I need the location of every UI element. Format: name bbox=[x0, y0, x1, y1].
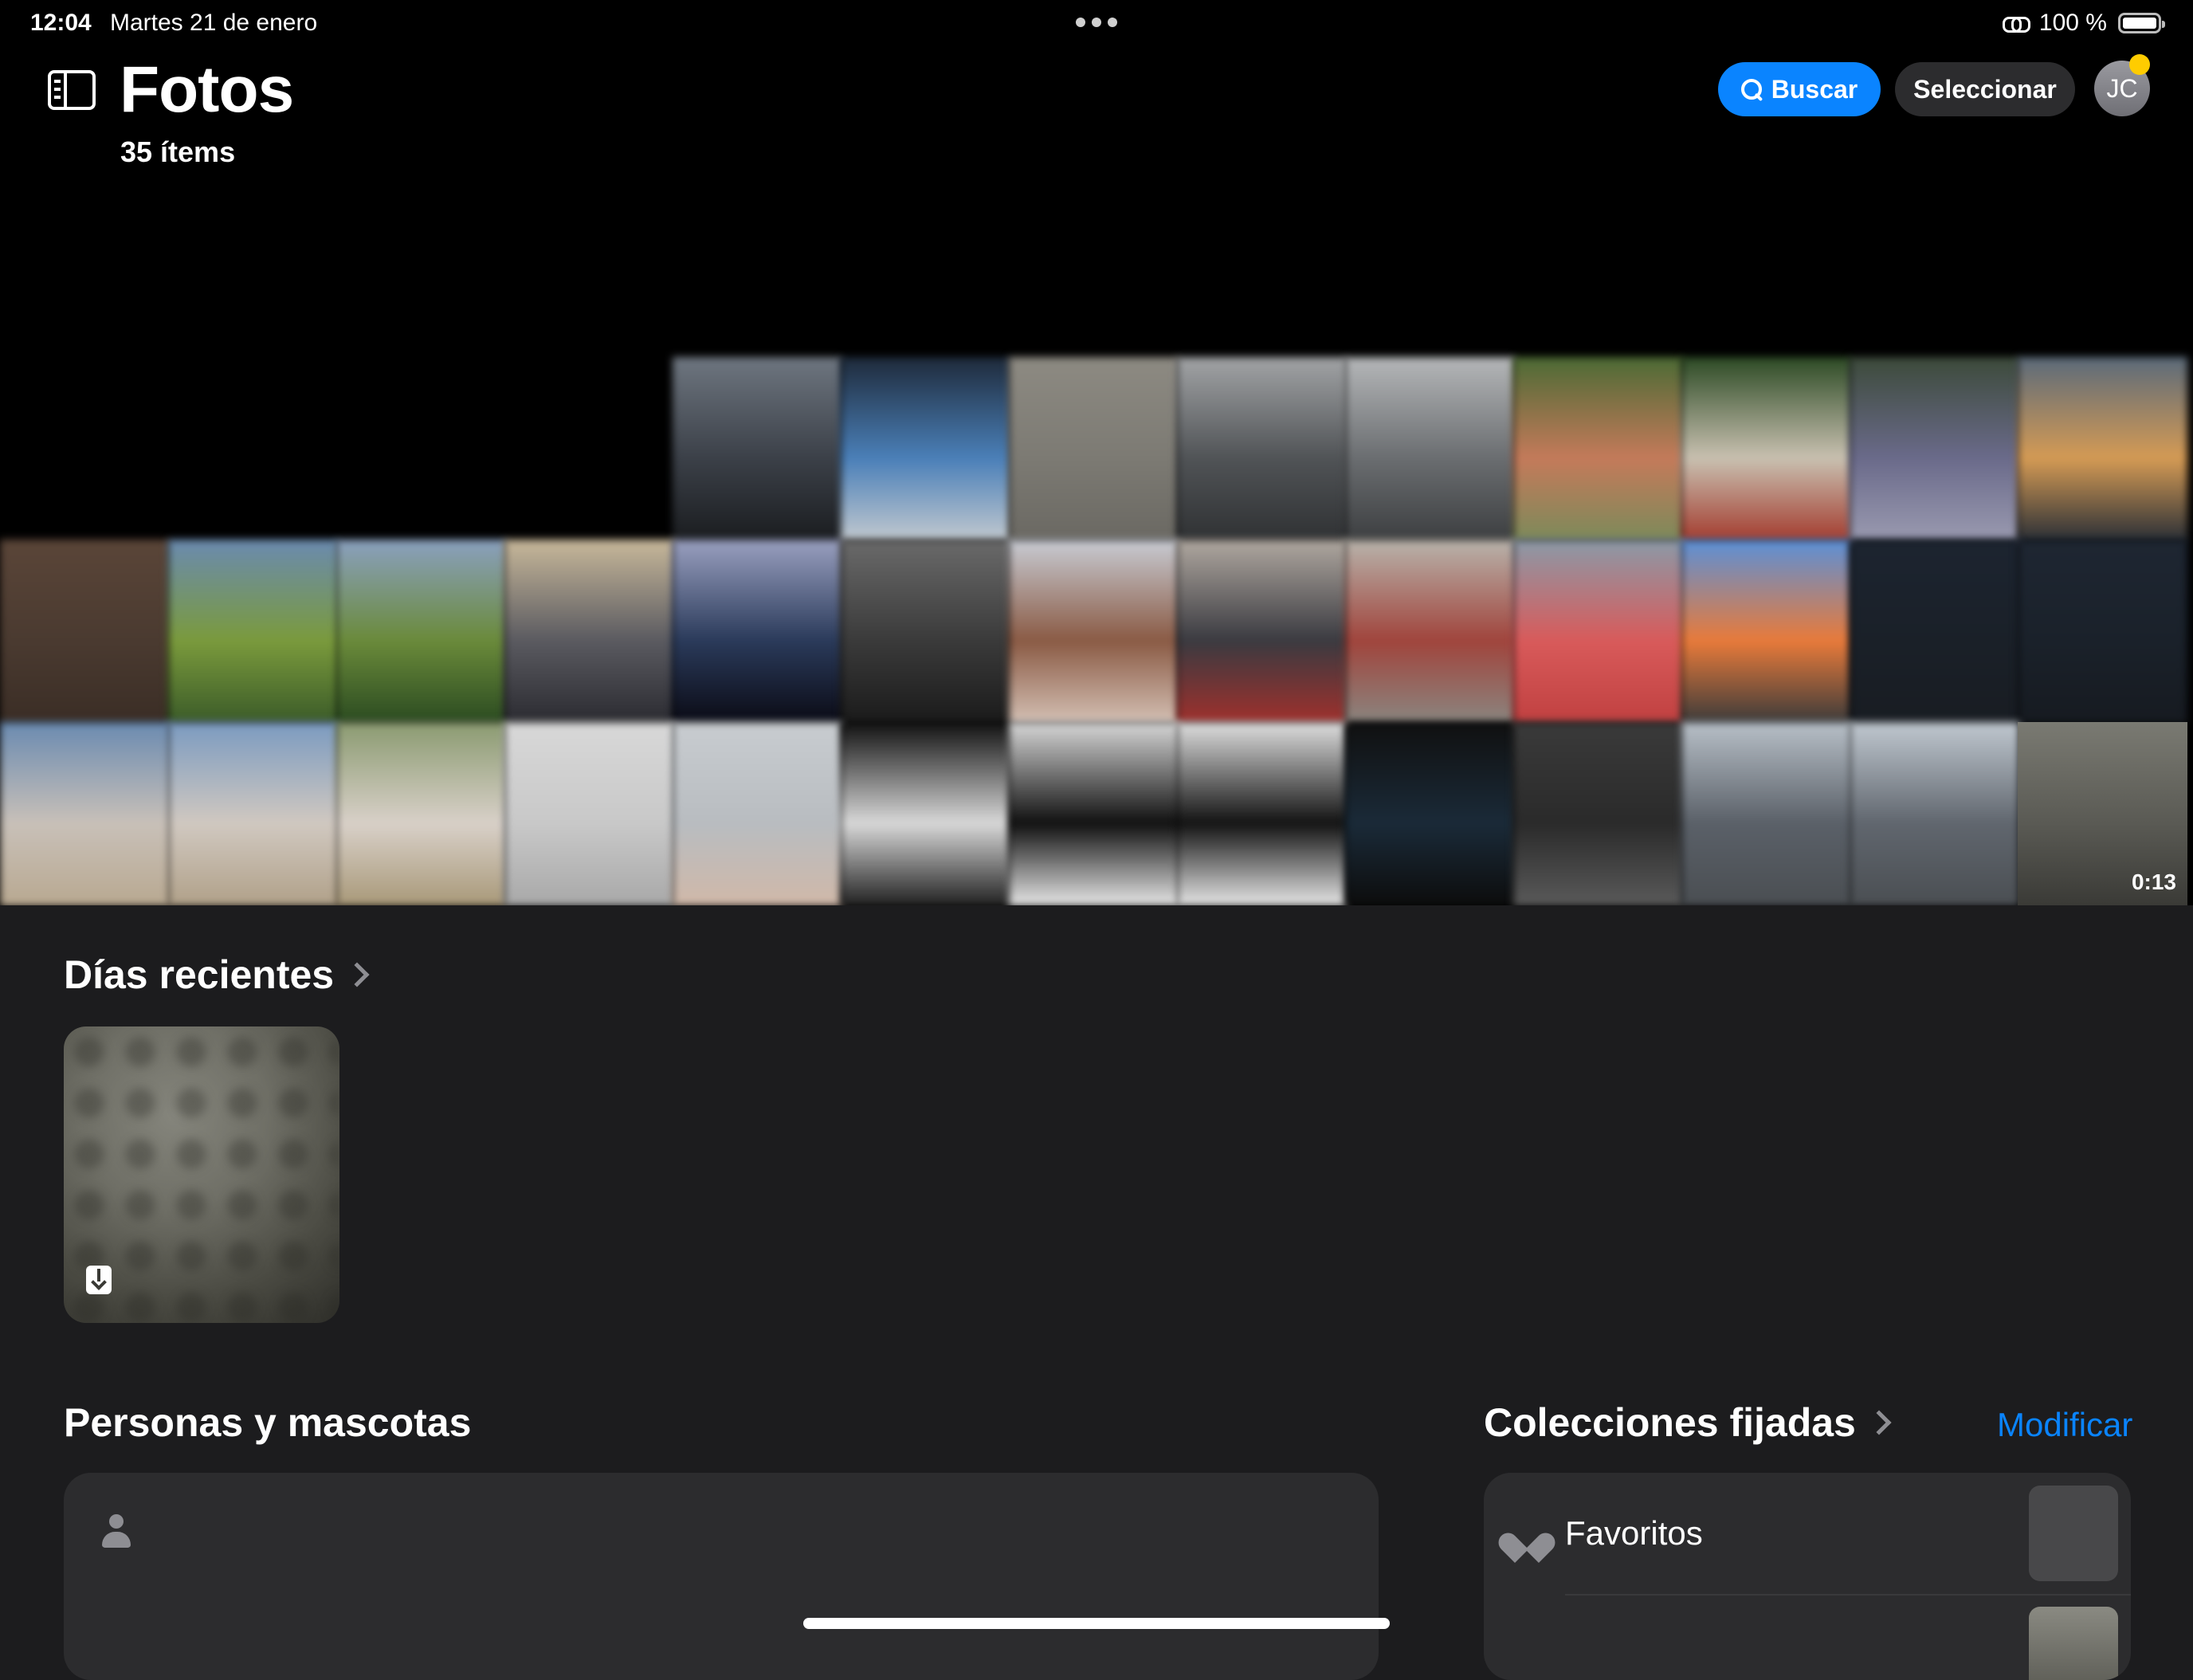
home-indicator[interactable] bbox=[803, 1618, 1390, 1629]
photo-thumbnail[interactable] bbox=[1177, 540, 1347, 724]
photo-library-hero: 12:04 Martes 21 de enero 100 % Fotos 35 … bbox=[0, 0, 2193, 905]
recent-days-title: Días recientes bbox=[64, 952, 335, 997]
photo-thumbnail[interactable] bbox=[0, 540, 170, 724]
photo-thumbnail[interactable] bbox=[1009, 540, 1179, 724]
search-button-label: Buscar bbox=[1771, 74, 1858, 104]
photo-thumbnail[interactable] bbox=[1513, 722, 1683, 905]
photo-thumbnail[interactable] bbox=[1850, 357, 2019, 541]
item-count: 35 ítems bbox=[120, 135, 236, 168]
search-button[interactable]: Buscar bbox=[1718, 62, 1881, 116]
photo-thumbnail[interactable] bbox=[841, 540, 1010, 724]
person-icon bbox=[100, 1514, 132, 1549]
photo-thumbnail[interactable]: 0:13 bbox=[2018, 722, 2187, 905]
photo-thumbnail[interactable] bbox=[1345, 357, 1515, 541]
status-time: 12:04 bbox=[30, 10, 92, 36]
photo-thumbnail[interactable] bbox=[673, 722, 842, 905]
photo-thumbnail[interactable] bbox=[1681, 540, 1851, 724]
photo-thumbnail[interactable] bbox=[1681, 722, 1851, 905]
favorites-thumbnail[interactable] bbox=[2029, 1486, 2118, 1581]
photo-thumbnail[interactable] bbox=[1177, 722, 1347, 905]
photo-grid: 0:13 bbox=[0, 357, 2193, 905]
photo-thumbnail[interactable] bbox=[336, 722, 506, 905]
photo-thumbnail[interactable] bbox=[841, 722, 1010, 905]
photo-thumbnail[interactable] bbox=[1009, 357, 1179, 541]
recent-days-heading[interactable]: Días recientes bbox=[64, 952, 370, 998]
photo-thumbnail[interactable] bbox=[1177, 357, 1347, 541]
photo-thumbnail[interactable] bbox=[0, 722, 170, 905]
photo-thumbnail[interactable] bbox=[2018, 540, 2187, 724]
status-right: 100 % bbox=[2002, 10, 2165, 37]
photo-thumbnail[interactable] bbox=[1009, 722, 1179, 905]
photo-thumbnail[interactable] bbox=[336, 540, 506, 724]
heart-icon bbox=[1509, 1521, 1544, 1552]
pinned-collections-heading[interactable]: Colecciones fijadas bbox=[1484, 1399, 1892, 1446]
collection-thumbnail[interactable] bbox=[2029, 1607, 2118, 1680]
download-icon bbox=[86, 1266, 112, 1294]
row-divider bbox=[1565, 1594, 2131, 1596]
page-title: Fotos bbox=[120, 53, 294, 126]
photo-thumbnail[interactable] bbox=[168, 540, 338, 724]
search-icon bbox=[1740, 79, 1762, 100]
battery-icon bbox=[2118, 13, 2165, 33]
status-date: Martes 21 de enero bbox=[110, 10, 318, 36]
photo-thumbnail[interactable] bbox=[1513, 540, 1683, 724]
photo-thumbnail[interactable] bbox=[168, 722, 338, 905]
photo-thumbnail[interactable] bbox=[504, 722, 674, 905]
photo-thumbnail[interactable] bbox=[1345, 722, 1515, 905]
photo-thumbnail[interactable] bbox=[673, 357, 842, 541]
multitasking-dots-icon[interactable] bbox=[1076, 18, 1117, 29]
pinned-collections-card: Favoritos bbox=[1484, 1473, 2131, 1680]
photo-thumbnail[interactable] bbox=[1850, 722, 2019, 905]
photo-thumbnail[interactable] bbox=[1345, 540, 1515, 724]
select-button[interactable]: Seleccionar bbox=[1895, 62, 2075, 116]
battery-percent: 100 % bbox=[2038, 10, 2107, 36]
photo-thumbnail[interactable] bbox=[504, 540, 674, 724]
personal-hotspot-icon bbox=[2002, 15, 2030, 33]
recent-day-card[interactable] bbox=[64, 1026, 339, 1323]
sidebar-toggle-icon[interactable] bbox=[48, 70, 96, 110]
photo-thumbnail[interactable] bbox=[1513, 357, 1683, 541]
status-bar: 12:04 Martes 21 de enero 100 % bbox=[0, 0, 2193, 48]
photo-thumbnail[interactable] bbox=[673, 540, 842, 724]
notification-badge bbox=[2129, 54, 2150, 75]
people-title: Personas y mascotas bbox=[64, 1400, 472, 1445]
video-duration: 0:13 bbox=[2131, 869, 2176, 894]
pinned-collections-title: Colecciones fijadas bbox=[1484, 1400, 1856, 1445]
people-card[interactable] bbox=[64, 1473, 1379, 1680]
photo-thumbnail[interactable] bbox=[841, 357, 1010, 541]
favorites-label[interactable]: Favoritos bbox=[1565, 1514, 1703, 1552]
photo-thumbnail[interactable] bbox=[1850, 540, 2019, 724]
chevron-right-icon bbox=[1866, 1410, 1892, 1435]
chevron-right-icon bbox=[344, 962, 370, 987]
people-heading: Personas y mascotas bbox=[64, 1399, 471, 1446]
photo-thumbnail[interactable] bbox=[2018, 357, 2187, 541]
edit-collections-link[interactable]: Modificar bbox=[1997, 1406, 2132, 1444]
photo-thumbnail[interactable] bbox=[1681, 357, 1851, 541]
